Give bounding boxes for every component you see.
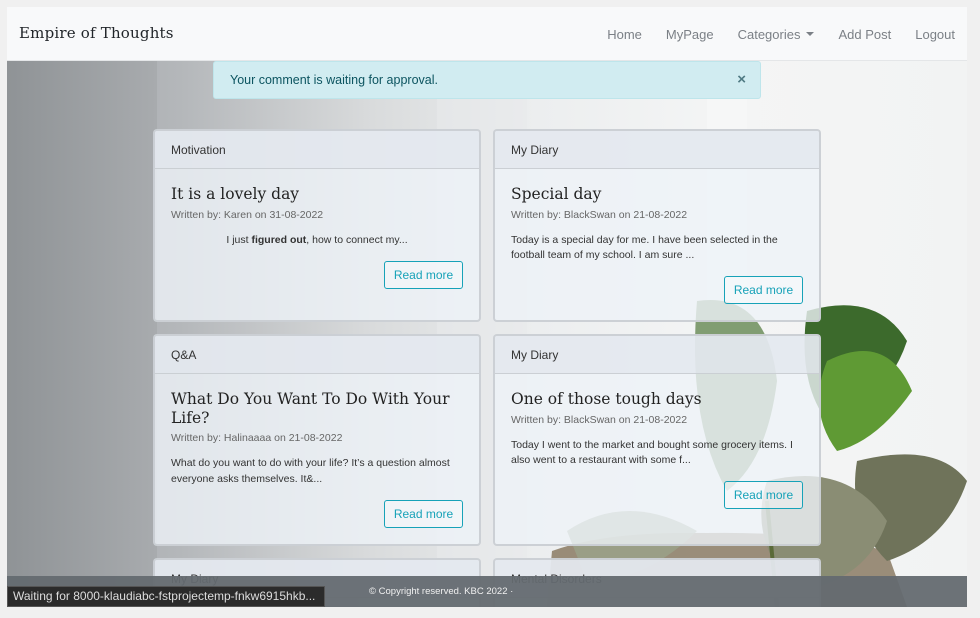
nav-links: Home MyPage Categories Add Post Logout: [583, 7, 955, 61]
caret-down-icon: [806, 32, 815, 36]
post-excerpt: Today is a special day for me. I have be…: [511, 233, 778, 262]
comment-approval-alert: Your comment is waiting for approval. ×: [213, 61, 761, 99]
browser-viewport: Empire of Thoughts Home MyPage Categorie…: [7, 7, 967, 607]
copyright-text: © Copyright reserved. KBC 2022 ·: [369, 586, 514, 597]
post-card: Q&A What Do You Want To Do With Your Lif…: [153, 334, 481, 546]
post-title: What Do You Want To Do With Your Life?: [171, 390, 450, 427]
close-icon[interactable]: ×: [737, 71, 746, 88]
post-title: It is a lovely day: [171, 185, 300, 203]
post-category: My Diary: [495, 131, 819, 169]
nav-categories-label: Categories: [737, 26, 801, 42]
post-excerpt: Today I went to the market and bought so…: [511, 438, 793, 467]
nav-logout[interactable]: Logout: [915, 27, 955, 42]
post-card: My Diary Special day Written by: BlackSw…: [493, 129, 821, 322]
navbar: Empire of Thoughts Home MyPage Categorie…: [7, 7, 967, 61]
nav-add-post[interactable]: Add Post: [838, 27, 891, 42]
nav-mypage[interactable]: MyPage: [666, 27, 714, 42]
post-meta: Written by: BlackSwan on 21-08-2022: [511, 413, 688, 426]
read-more-button[interactable]: Read more: [384, 500, 463, 528]
post-meta: Written by: BlackSwan on 21-08-2022: [511, 208, 688, 221]
post-card: My Diary One of those tough days Written…: [493, 334, 821, 546]
nav-categories-dropdown[interactable]: Categories: [738, 27, 815, 42]
post-excerpt: What do you want to do with your life? I…: [171, 457, 450, 485]
post-category: Motivation: [155, 131, 479, 169]
post-category: Q&A: [155, 336, 479, 374]
post-excerpt: I just figured out, how to connect my...: [226, 233, 408, 246]
post-card: Motivation It is a lovely day Written by…: [153, 129, 481, 322]
brand-title[interactable]: Empire of Thoughts: [19, 24, 174, 42]
alert-message: Your comment is waiting for approval.: [230, 73, 438, 87]
post-meta: Written by: Karen on 31-08-2022: [171, 208, 324, 221]
nav-home[interactable]: Home: [607, 27, 642, 42]
post-meta: Written by: Halinaaaa on 21-08-2022: [171, 432, 343, 445]
read-more-button[interactable]: Read more: [724, 481, 803, 509]
read-more-button[interactable]: Read more: [724, 276, 803, 304]
browser-status-bar: Waiting for 8000-klaudiabc-fstprojectemp…: [7, 586, 325, 607]
read-more-button[interactable]: Read more: [384, 261, 463, 289]
post-category: My Diary: [495, 336, 819, 374]
background-image: [7, 61, 967, 607]
post-title: Special day: [511, 185, 602, 203]
post-title: One of those tough days: [511, 390, 702, 408]
